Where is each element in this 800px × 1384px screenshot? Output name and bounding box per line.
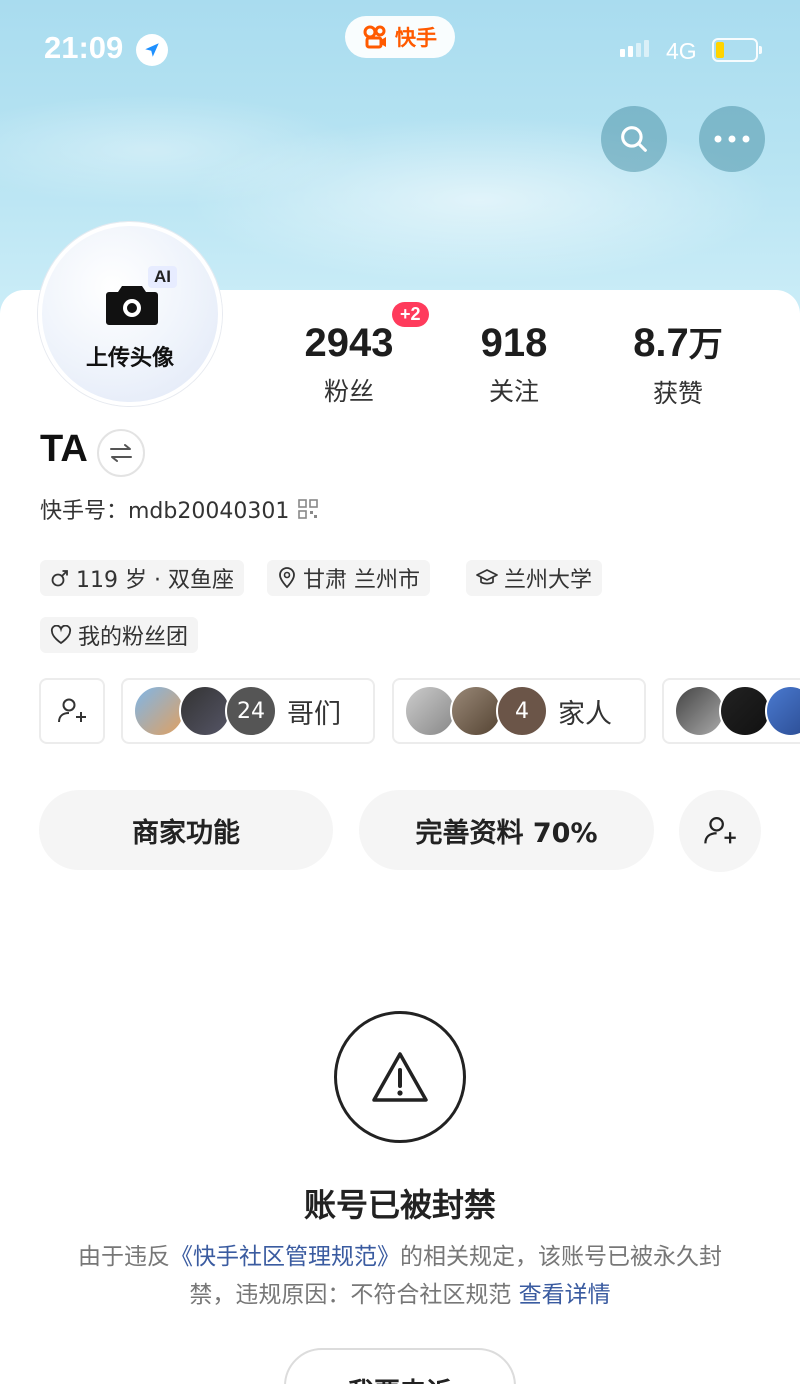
tag-fan-club[interactable]: 我的粉丝团	[40, 617, 199, 653]
new-fans-badge: +2	[392, 302, 429, 327]
warning-triangle-icon	[372, 1052, 428, 1102]
status-time: 21:09	[44, 30, 124, 65]
male-icon	[51, 570, 68, 587]
swap-arrows-icon	[110, 444, 132, 462]
group-avatar	[764, 685, 800, 737]
community-rules-link[interactable]: 《快手社区管理规范》	[170, 1244, 400, 1270]
ai-badge: AI	[148, 266, 177, 288]
ban-title: 账号已被封禁	[303, 1186, 496, 1224]
group-label: 哥们	[287, 698, 341, 730]
add-user-icon	[704, 816, 736, 844]
view-details-link[interactable]: 查看详情	[519, 1282, 611, 1308]
stat-fans-value: 2943	[304, 321, 394, 365]
stat-following[interactable]: 918 关注	[474, 318, 554, 408]
stat-likes-label: 获赞	[652, 379, 703, 408]
network-type: 4G	[666, 38, 697, 64]
app-indicator[interactable]: 快手	[345, 16, 455, 58]
group-avatar	[404, 685, 456, 737]
group-member-count: 4	[496, 685, 548, 737]
stat-fans-label: 粉丝	[323, 377, 374, 406]
merchant-features-button[interactable]: 商家功能	[39, 790, 333, 870]
add-user-icon	[58, 698, 86, 723]
group-chip-family[interactable]: 4 家人	[392, 678, 646, 744]
tag-location[interactable]: 甘肃 兰州市	[267, 560, 430, 596]
complete-profile-button[interactable]: 完善资料 70%	[359, 790, 654, 870]
stat-likes[interactable]: 8.7万 获赞	[628, 318, 728, 410]
group-avatar	[719, 685, 771, 737]
tag-school[interactable]: 兰州大学	[466, 560, 603, 596]
group-chip-buddies[interactable]: 24 哥们	[121, 678, 375, 744]
tag-age-text: 119 岁 · 双鱼座	[76, 568, 234, 593]
banned-warning	[334, 1011, 466, 1143]
kuaishou-logo-icon	[363, 25, 386, 49]
group-chip-more[interactable]	[662, 678, 800, 744]
more-dots-icon	[714, 135, 750, 143]
status-bar: 21:09 快手 4G	[0, 0, 800, 100]
group-avatar	[674, 685, 726, 737]
qr-code-icon	[298, 499, 319, 519]
switch-account-button[interactable]	[97, 429, 145, 477]
group-label: 家人	[558, 698, 612, 730]
group-avatar	[133, 685, 185, 737]
search-button[interactable]	[601, 106, 667, 172]
add-friend-button[interactable]	[679, 790, 761, 872]
location-pin-icon	[279, 567, 295, 589]
stat-likes-value: 8.7万	[633, 321, 723, 365]
group-avatar	[179, 685, 231, 737]
upload-avatar-label: 上传头像	[85, 346, 174, 371]
kuaishou-id[interactable]: 快手号：mdb20040301	[40, 493, 319, 525]
search-icon	[621, 126, 647, 152]
heart-icon	[50, 625, 72, 645]
tag-location-text: 甘肃 兰州市	[303, 568, 420, 593]
ban-description: 由于违反《快手社区管理规范》的相关规定，该账号已被永久封禁，违规原因：不符合社区…	[78, 1244, 722, 1308]
battery-icon	[712, 38, 762, 62]
kuaishou-id-text: 快手号：mdb20040301	[40, 499, 290, 524]
group-member-count: 24	[225, 685, 277, 737]
location-arrow-icon	[136, 34, 168, 66]
stat-following-label: 关注	[488, 377, 539, 406]
more-button[interactable]	[699, 106, 765, 172]
tag-fan-club-text: 我的粉丝团	[78, 625, 189, 650]
username: TA	[40, 428, 88, 470]
app-name: 快手	[395, 26, 437, 50]
tag-age-zodiac[interactable]: 119 岁 · 双鱼座	[40, 560, 244, 596]
signal-icon	[620, 40, 649, 57]
school-icon	[476, 569, 498, 585]
tag-school-text: 兰州大学	[504, 568, 593, 593]
group-avatar	[450, 685, 502, 737]
stat-following-value: 918	[480, 321, 548, 365]
appeal-button[interactable]: 我要申诉	[284, 1348, 516, 1384]
avatar[interactable]: AI 上传头像	[38, 222, 222, 406]
add-friend-chip[interactable]	[39, 678, 105, 744]
stat-fans[interactable]: 2943 粉丝	[296, 318, 402, 408]
